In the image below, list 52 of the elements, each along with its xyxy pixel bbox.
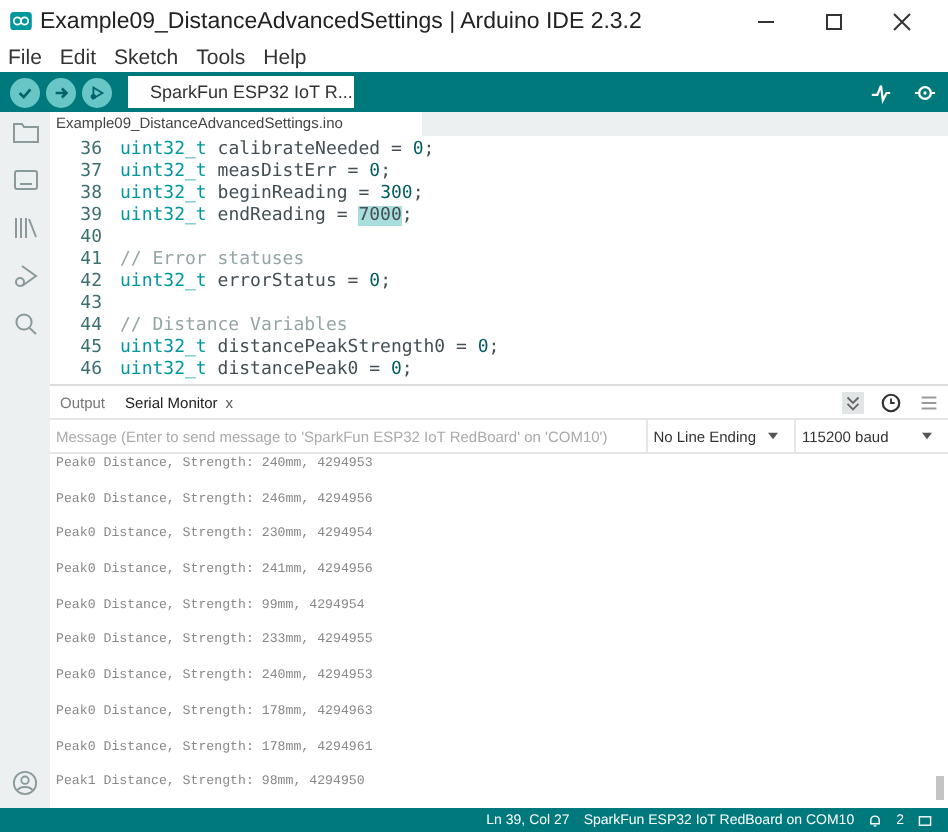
menu-item[interactable]: Sketch bbox=[114, 45, 179, 69]
code-line: uint32_t calibrateNeeded = 0; bbox=[120, 140, 435, 162]
line-number: 41 bbox=[78, 250, 102, 272]
clear-output-icon[interactable] bbox=[918, 391, 940, 413]
line-number: 37 bbox=[78, 162, 102, 184]
code-line: uint32_t endReading = 7000; bbox=[120, 206, 413, 228]
serial-plotter-icon[interactable] bbox=[870, 81, 892, 103]
scrollbar-thumb[interactable] bbox=[936, 776, 944, 800]
code-line: uint32_t distancePeakStrength0 = 0; bbox=[120, 338, 500, 360]
line-number: 46 bbox=[78, 360, 102, 382]
notification-icon[interactable] bbox=[868, 813, 883, 827]
code-line: uint32_t beginReading = 300; bbox=[120, 184, 424, 206]
caret-icon bbox=[768, 432, 778, 440]
debug-icon[interactable] bbox=[11, 264, 39, 288]
code-line: uint32_t measDistErr = 0; bbox=[120, 162, 391, 184]
window-title: Example09_DistanceAdvancedSettings | Arduino IDE 2.3.2 bbox=[40, 9, 642, 33]
code-line: uint32_t errorStatus = 0; bbox=[120, 272, 391, 294]
line-number: 43 bbox=[78, 294, 102, 316]
board-selector[interactable]: SparkFun ESP32 IoT R... bbox=[128, 76, 354, 108]
menu-item[interactable]: Edit bbox=[59, 45, 97, 69]
line-number: 40 bbox=[78, 228, 102, 250]
debug-button[interactable] bbox=[82, 77, 112, 107]
line-number: 36 bbox=[78, 140, 102, 162]
arrow-icon bbox=[52, 83, 70, 101]
verify-button[interactable] bbox=[10, 77, 40, 107]
maximize-icon[interactable] bbox=[824, 11, 844, 31]
folder-icon[interactable] bbox=[11, 120, 39, 144]
autoscroll-icon[interactable] bbox=[842, 391, 864, 413]
code-line: // Distance Variables bbox=[120, 316, 348, 338]
app-logo-icon bbox=[10, 12, 32, 30]
search-icon[interactable] bbox=[11, 312, 39, 336]
user-icon[interactable] bbox=[12, 770, 38, 796]
clock-icon[interactable] bbox=[880, 391, 902, 413]
caret-icon bbox=[922, 432, 932, 440]
board-icon[interactable] bbox=[11, 168, 39, 192]
upload-button[interactable] bbox=[46, 77, 76, 107]
library-icon[interactable] bbox=[11, 216, 39, 240]
line-number: 45 bbox=[78, 338, 102, 360]
close-icon[interactable] bbox=[892, 11, 912, 31]
menu-item[interactable]: Help bbox=[263, 45, 307, 69]
panel-toggle-icon[interactable] bbox=[918, 813, 932, 827]
check-icon bbox=[16, 83, 34, 101]
play-icon bbox=[88, 83, 106, 101]
serial-monitor-icon[interactable] bbox=[914, 81, 936, 103]
line-number: 42 bbox=[78, 272, 102, 294]
menu-item[interactable]: Tools bbox=[196, 45, 246, 69]
line-number: 44 bbox=[78, 316, 102, 338]
line-number: 39 bbox=[78, 206, 102, 228]
line-number: 38 bbox=[78, 184, 102, 206]
code-line: uint32_t distancePeak0 = 0; bbox=[120, 360, 413, 382]
code-line: // Error statuses bbox=[120, 250, 305, 272]
menu-item[interactable]: File bbox=[8, 45, 42, 69]
